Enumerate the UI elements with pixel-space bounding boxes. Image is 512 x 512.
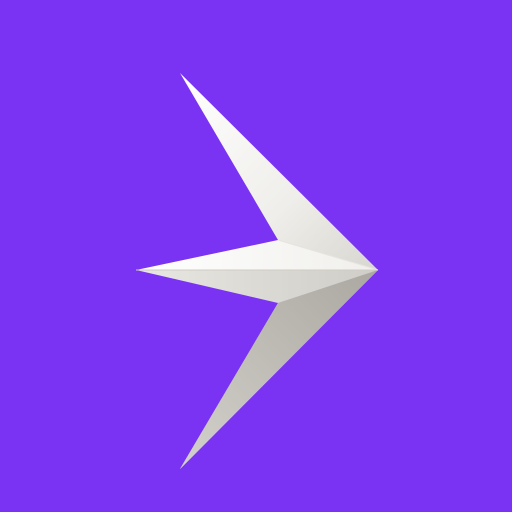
app-icon [0, 0, 512, 512]
arrow-chevron-logo-icon [136, 73, 379, 469]
